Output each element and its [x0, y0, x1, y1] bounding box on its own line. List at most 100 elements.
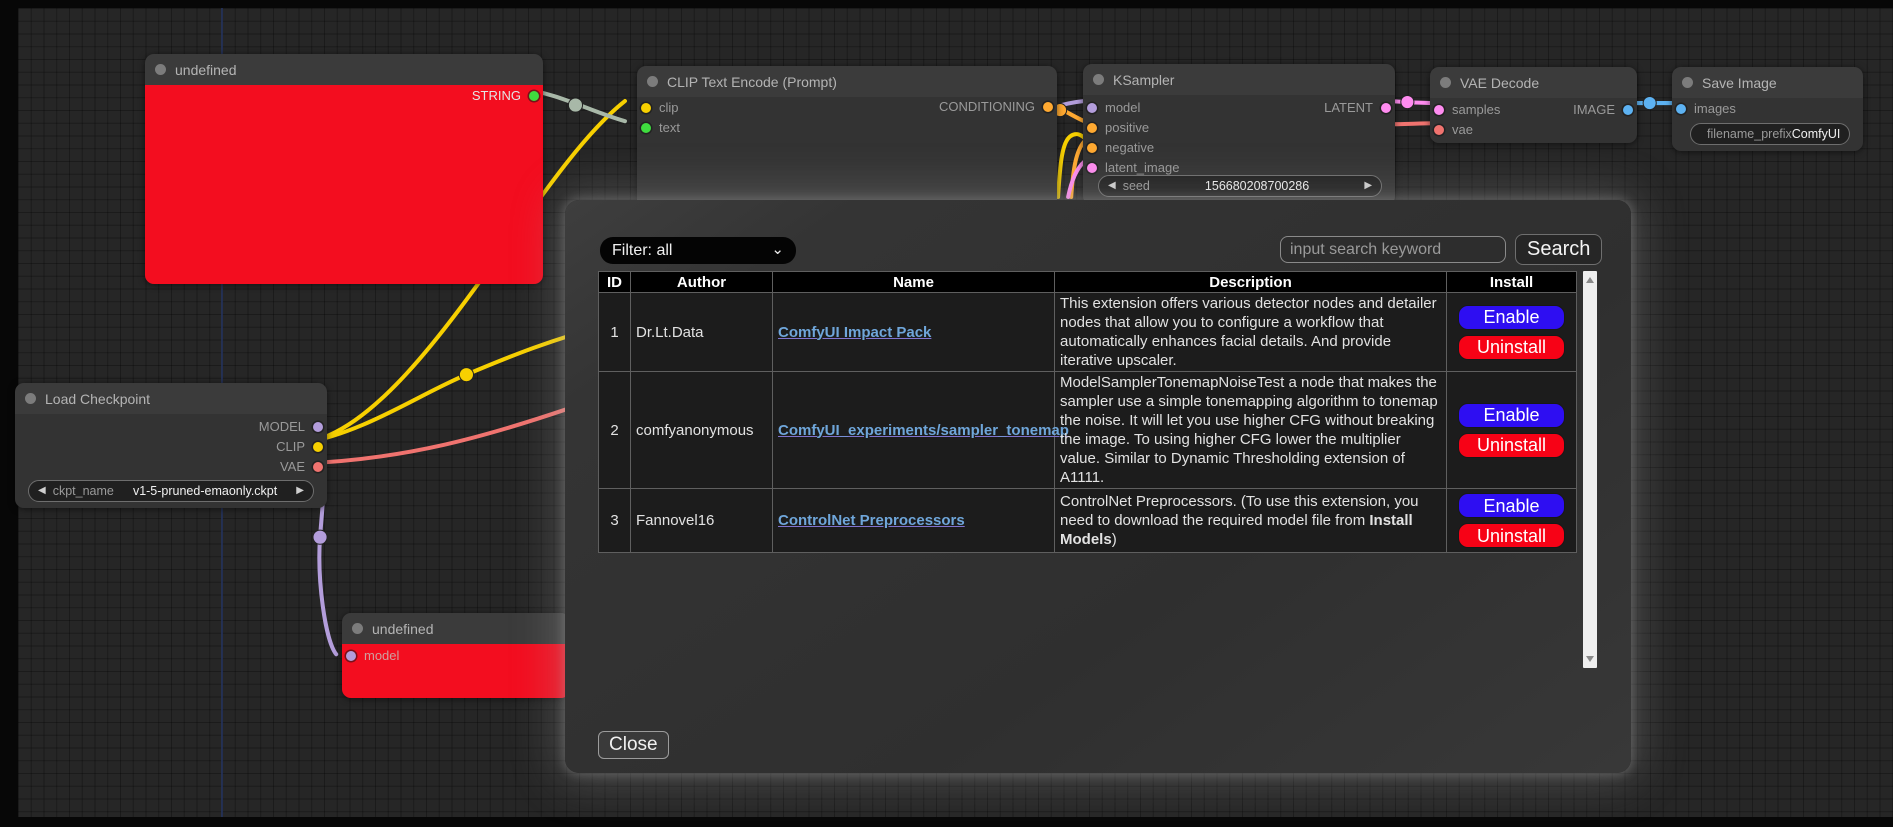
header-description: Description	[1055, 272, 1447, 293]
node-undefined-top[interactable]: undefined STRING	[145, 54, 543, 284]
node-vae-decode[interactable]: VAE Decode samples vae IMAGE	[1430, 67, 1637, 143]
slot-samples-input[interactable]: samples	[1430, 101, 1500, 119]
slot-images-input[interactable]: images	[1672, 100, 1736, 118]
close-button[interactable]: Close	[598, 731, 669, 759]
node-status-dot	[1440, 77, 1451, 88]
header-name: Name	[773, 272, 1055, 293]
comfyui-app: undefined STRING CLIP Text Encode (Promp…	[0, 0, 1893, 827]
enable-button[interactable]: Enable	[1458, 305, 1565, 330]
node-status-dot	[1093, 74, 1104, 85]
header-id: ID	[599, 272, 631, 293]
reroute-dot-latent[interactable]	[1401, 95, 1414, 108]
header-install: Install	[1447, 272, 1577, 293]
clip-input-dot[interactable]	[641, 103, 651, 113]
slot-clip-output[interactable]: CLIP	[276, 438, 327, 456]
extension-link[interactable]: ComfyUI Impact Pack	[778, 324, 931, 341]
node-title: Save Image	[1702, 75, 1777, 91]
node-undefined-bottom[interactable]: undefined model	[342, 613, 570, 698]
cell-id: 2	[599, 372, 631, 489]
node-save-image[interactable]: Save Image images filename_prefix ComfyU…	[1672, 67, 1863, 151]
node-title: undefined	[372, 621, 434, 637]
cell-name: ComfyUI Impact Pack	[773, 293, 1055, 372]
extension-link[interactable]: ComfyUI_experiments/sampler_tonemap	[778, 422, 1069, 439]
node-title: undefined	[175, 62, 237, 78]
filename-prefix-widget[interactable]: filename_prefix ComfyUI	[1690, 123, 1850, 145]
slot-model-input[interactable]: model	[1083, 99, 1140, 117]
ckpt-name-widget[interactable]: ◀ ckpt_name v1-5-pruned-emaonly.ckpt ▶	[28, 480, 314, 502]
cell-name: ControlNet Preprocessors	[773, 489, 1055, 553]
string-output-dot[interactable]	[529, 91, 539, 101]
enable-button[interactable]: Enable	[1458, 493, 1565, 518]
extension-link[interactable]: ControlNet Preprocessors	[778, 512, 965, 529]
wire-latentimage-down	[1068, 162, 1084, 197]
reroute-dot-string[interactable]	[568, 98, 582, 112]
wire-vae-to-vaedecode	[1391, 123, 1434, 124]
slot-clip-input[interactable]: clip	[637, 99, 679, 117]
node-status-dot	[155, 64, 166, 75]
node-title: Load Checkpoint	[45, 391, 150, 407]
slot-vae-output[interactable]: VAE	[280, 458, 327, 476]
model-input-dot[interactable]	[346, 651, 356, 661]
conditioning-output-dot[interactable]	[1043, 102, 1053, 112]
negative-input-dot[interactable]	[1087, 143, 1097, 153]
reroute-dot-clip[interactable]	[459, 368, 473, 382]
search-button[interactable]: Search	[1515, 234, 1602, 265]
node-status-dot	[25, 393, 36, 404]
node-load-checkpoint[interactable]: Load Checkpoint MODEL CLIP VAE ◀ ckpt_na…	[15, 383, 327, 508]
slot-text-input[interactable]: text	[637, 119, 680, 137]
node-title: VAE Decode	[1460, 75, 1539, 91]
seed-widget[interactable]: ◀ seed 156680208700286 ▶	[1098, 175, 1382, 197]
text-input-dot[interactable]	[641, 123, 651, 133]
slot-latent-output[interactable]: LATENT	[1324, 99, 1395, 117]
filter-select[interactable]: Filter: all ⌄	[600, 237, 796, 264]
model-output-dot[interactable]	[313, 422, 323, 432]
cell-install: Enable Uninstall	[1447, 489, 1577, 553]
reroute-dot-model[interactable]	[313, 530, 327, 544]
scroll-up-icon[interactable]	[1586, 277, 1594, 283]
search-input[interactable]	[1280, 236, 1506, 263]
scroll-down-icon[interactable]	[1586, 656, 1594, 662]
slot-model-output[interactable]: MODEL	[259, 418, 327, 436]
slot-positive-input[interactable]: positive	[1083, 119, 1149, 137]
samples-input-dot[interactable]	[1434, 105, 1444, 115]
enable-button[interactable]: Enable	[1458, 403, 1565, 428]
table-header-row: ID Author Name Description Install	[599, 272, 1577, 293]
seed-decrement-arrow[interactable]: ◀	[1108, 176, 1116, 196]
slot-model-input[interactable]: model	[342, 647, 399, 665]
reroute-dot-image[interactable]	[1643, 96, 1656, 109]
latent-output-dot[interactable]	[1381, 103, 1391, 113]
ckpt-next-arrow[interactable]: ▶	[296, 481, 304, 501]
cell-author: comfyanonymous	[631, 372, 773, 489]
node-status-dot	[647, 76, 658, 87]
images-input-dot[interactable]	[1676, 104, 1686, 114]
uninstall-button[interactable]: Uninstall	[1458, 433, 1565, 458]
ckpt-prev-arrow[interactable]: ◀	[38, 481, 46, 501]
latent-image-input-dot[interactable]	[1087, 163, 1097, 173]
cell-author: Dr.Lt.Data	[631, 293, 773, 372]
table-scrollbar[interactable]	[1583, 271, 1597, 668]
slot-conditioning-output[interactable]: CONDITIONING	[939, 98, 1057, 116]
vae-output-dot[interactable]	[313, 462, 323, 472]
node-title: KSampler	[1113, 72, 1174, 88]
node-title: CLIP Text Encode (Prompt)	[667, 74, 837, 90]
uninstall-button[interactable]: Uninstall	[1458, 335, 1565, 360]
clip-output-dot[interactable]	[313, 442, 323, 452]
vae-input-dot[interactable]	[1434, 125, 1444, 135]
slot-vae-input[interactable]: vae	[1430, 121, 1473, 139]
seed-increment-arrow[interactable]: ▶	[1364, 176, 1372, 196]
model-input-dot[interactable]	[1087, 103, 1097, 113]
cell-name: ComfyUI_experiments/sampler_tonemap	[773, 372, 1055, 489]
slot-string-output[interactable]: STRING	[472, 87, 543, 105]
slot-image-output[interactable]: IMAGE	[1573, 101, 1637, 119]
image-output-dot[interactable]	[1623, 105, 1633, 115]
table-row: 3 Fannovel16 ControlNet Preprocessors Co…	[599, 489, 1577, 553]
cell-install: Enable Uninstall	[1447, 372, 1577, 489]
uninstall-button[interactable]: Uninstall	[1458, 523, 1565, 548]
cell-description: ModelSamplerTonemapNoiseTest a node that…	[1055, 372, 1447, 489]
extension-manager-dialog: Filter: all ⌄ Search ID Author Name Desc…	[565, 200, 1631, 773]
positive-input-dot[interactable]	[1087, 123, 1097, 133]
cell-install: Enable Uninstall	[1447, 293, 1577, 372]
node-status-dot	[352, 623, 363, 634]
node-ksampler[interactable]: KSampler model positive negative latent_…	[1083, 64, 1395, 205]
slot-negative-input[interactable]: negative	[1083, 139, 1154, 157]
